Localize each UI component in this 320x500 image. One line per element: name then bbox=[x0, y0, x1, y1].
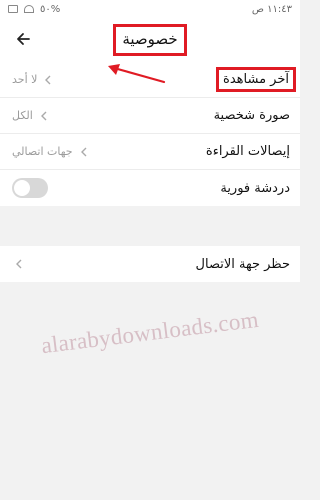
setting-read-receipts[interactable]: جهات اتصالي إيصالات القراءة bbox=[0, 134, 300, 170]
setting-profile-photo-value: الكل bbox=[12, 109, 51, 123]
chevron-left-icon bbox=[45, 75, 51, 84]
block-contact-row[interactable]: حظر جهة الاتصال bbox=[0, 246, 300, 282]
status-icons: ٥٠% bbox=[8, 4, 60, 15]
chevron-left-icon bbox=[16, 259, 22, 269]
setting-value-text: لا أحد bbox=[12, 73, 38, 86]
status-bar: ٥٠% ١١:٤٣ ص bbox=[0, 0, 300, 18]
chevron-left-icon bbox=[80, 147, 87, 156]
setting-profile-photo[interactable]: الكل صورة شخصية bbox=[0, 98, 300, 134]
back-button[interactable] bbox=[10, 26, 36, 52]
battery-text: ٥٠% bbox=[40, 3, 61, 15]
status-time-text: ١١:٤٣ ص bbox=[251, 3, 292, 15]
setting-label: آخر مشاهدة bbox=[216, 67, 296, 92]
block-contact-chevron bbox=[12, 257, 26, 271]
page-title: خصوصية bbox=[113, 24, 187, 56]
setting-label: صورة شخصية bbox=[213, 108, 290, 123]
status-time: ١١:٤٣ ص bbox=[252, 4, 292, 15]
setting-value-text: جهات اتصالي bbox=[12, 145, 73, 158]
red-arrow-annotation bbox=[108, 64, 166, 84]
block-contact-label: حظر جهة الاتصال bbox=[195, 256, 290, 272]
message-icon bbox=[8, 5, 18, 13]
arrow-left-icon bbox=[17, 33, 30, 45]
setting-value-text: الكل bbox=[12, 109, 33, 122]
block-list: حظر جهة الاتصال bbox=[0, 246, 300, 282]
wifi-icon bbox=[24, 5, 34, 13]
watermark-text: alarabydownloads.com bbox=[39, 306, 260, 359]
toggle-knob bbox=[14, 180, 30, 196]
setting-read-receipts-value: جهات اتصالي bbox=[12, 145, 91, 159]
setting-last-seen-value: لا أحد bbox=[12, 73, 55, 87]
setting-instant-chat: دردشة فورية bbox=[0, 170, 300, 206]
setting-label: إيصالات القراءة bbox=[205, 144, 290, 159]
instant-chat-toggle[interactable] bbox=[12, 178, 48, 198]
chevron-left-icon bbox=[40, 111, 47, 120]
header-bar: خصوصية bbox=[0, 18, 300, 62]
setting-label: دردشة فورية bbox=[220, 180, 290, 196]
